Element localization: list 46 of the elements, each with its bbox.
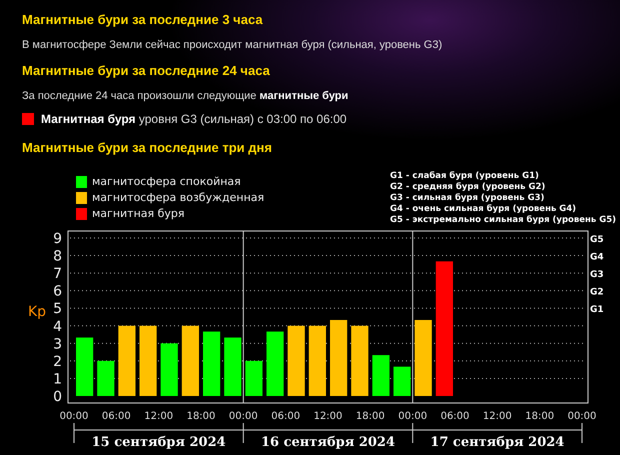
y-axis-label: 5 xyxy=(53,301,62,318)
day-label: 15 сентября 2024 xyxy=(92,435,226,450)
g-level-description: G5 - экстремально сильная буря (уровень G5) xyxy=(390,215,616,226)
storm-event: Магнитная буря уровня G3 (сильная) с 03:00 по 06:00 xyxy=(41,112,347,126)
paragraph: За последние 24 часа произошли следующие магнитные бури xyxy=(22,90,348,102)
g-scale-label: G2 xyxy=(590,288,604,298)
day-label: 16 сентября 2024 xyxy=(260,435,396,450)
x-axis-label: 00:00 xyxy=(568,411,596,422)
g-scale-label: G1 xyxy=(590,305,604,316)
section-heading: Магнитные бури за последние 3 часа xyxy=(22,12,263,27)
y-axis-title: Kp xyxy=(28,304,46,320)
y-axis-label: 2 xyxy=(53,354,62,370)
g-level-description: G4 - очень сильная буря (уровень G4) xyxy=(390,204,578,215)
y-axis-label: 9 xyxy=(53,231,62,247)
x-axis-label: 06:00 xyxy=(440,411,470,422)
g-level-description: G3 - сильная буря (уровень G3) xyxy=(390,193,546,204)
paragraph: В магнитосфере Земли сейчас происходит магнитная буря (сильная, уровень G3) xyxy=(22,39,442,51)
x-axis-label: 12:00 xyxy=(482,411,512,422)
legend-label: магнитная буря xyxy=(92,207,185,220)
y-axis-label: 0 xyxy=(53,389,62,405)
g-scale-label: G3 xyxy=(590,270,604,280)
y-axis-label: 8 xyxy=(53,248,62,265)
legend-label: магнитосфера возбужденная xyxy=(92,191,264,204)
section-heading: Магнитные бури за последние 24 часа xyxy=(22,63,270,78)
x-axis-label: 00:00 xyxy=(60,411,88,422)
legend-label: магнитосфера спокойная xyxy=(92,175,241,188)
y-axis-label: 6 xyxy=(53,284,62,300)
g-level-description: G2 - средняя буря (уровень G2) xyxy=(390,182,546,193)
day-label: 17 сентября 2024 xyxy=(430,435,564,450)
y-axis-label: 3 xyxy=(53,336,62,352)
x-axis-label: 12:00 xyxy=(314,411,342,422)
x-axis-label: 00:00 xyxy=(228,411,258,422)
x-axis-label: 18:00 xyxy=(186,411,216,422)
g-scale-label: G4 xyxy=(590,252,604,263)
x-axis-label: 18:00 xyxy=(356,411,385,422)
x-axis-label: 06:00 xyxy=(271,411,300,422)
section-heading: Магнитные бури за последние три дня xyxy=(22,140,272,155)
y-axis-label: 4 xyxy=(53,318,62,335)
y-axis-label: 1 xyxy=(53,371,62,388)
x-axis-label: 18:00 xyxy=(525,411,554,422)
g-level-description: G1 - слабая буря (уровень G1) xyxy=(390,171,540,182)
y-axis-label: 7 xyxy=(53,266,62,282)
x-axis-label: 06:00 xyxy=(102,411,131,422)
x-axis-label: 12:00 xyxy=(144,411,174,422)
g-scale-label: G5 xyxy=(590,235,604,245)
x-axis-label: 00:00 xyxy=(398,411,428,422)
